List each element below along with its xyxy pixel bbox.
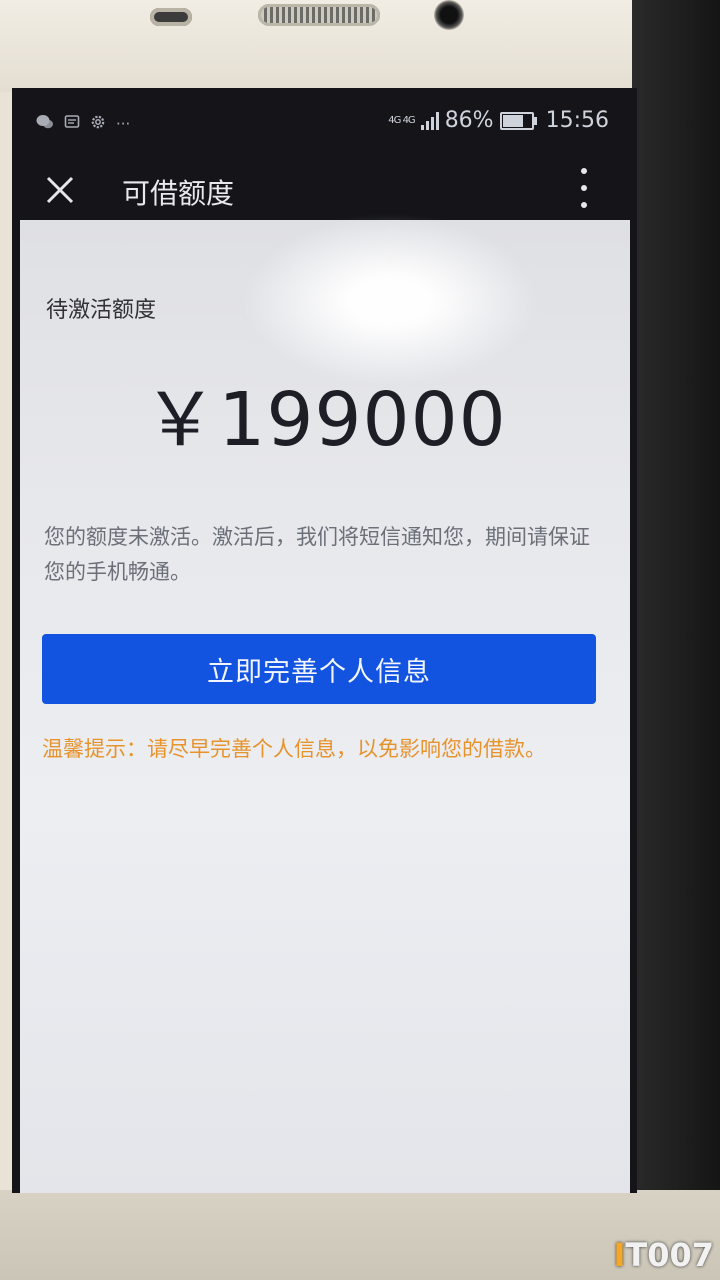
title-bar: 可借额度 — [12, 158, 637, 226]
phone-bezel-top — [0, 0, 720, 92]
description-text: 您的额度未激活。激活后，我们将短信通知您，期间请保证您的手机畅通。 — [44, 525, 590, 584]
earpiece-speaker — [258, 4, 380, 26]
battery-icon — [499, 111, 537, 130]
complete-info-button[interactable]: 立即完善个人信息 — [42, 634, 596, 704]
battery-fill — [502, 114, 524, 127]
clock: 15:56 — [545, 108, 609, 133]
message-icon — [64, 114, 80, 134]
watermark-logo: IT007 — [613, 1236, 714, 1274]
phone-screen: ··· 4G 4G 86% 15:56 可借额度 待激活额度 ￥199000 您… — [12, 88, 637, 1193]
front-camera — [434, 0, 464, 30]
more-vertical-icon[interactable] — [579, 168, 589, 208]
more-notifications: ··· — [116, 115, 131, 133]
phone-bezel-right — [632, 0, 720, 1280]
credit-amount: ￥199000 — [143, 377, 507, 463]
signal-icon — [420, 111, 439, 130]
content-area: 待激活额度 ￥199000 您的额度未激活。激活后，我们将短信通知您，期间请保证… — [20, 216, 630, 1193]
close-icon[interactable] — [42, 172, 78, 208]
status-left-icons: ··· — [36, 114, 130, 134]
phone-bezel-bottom — [0, 1190, 720, 1280]
battery-percent: 86% — [444, 108, 494, 133]
page-title: 可借额度 — [122, 177, 235, 210]
section-label: 待激活额度 — [46, 298, 157, 323]
wechat-icon — [36, 114, 54, 134]
tip-text: 温馨提示：请尽早完善个人信息，以免影响您的借款。 — [42, 737, 546, 761]
settings-icon — [90, 114, 106, 134]
proximity-sensor — [150, 8, 192, 26]
status-bar: ··· 4G 4G 86% 15:56 — [12, 88, 637, 158]
status-right: 4G 4G 86% 15:56 — [388, 108, 609, 133]
network-type: 4G 4G — [388, 115, 415, 126]
